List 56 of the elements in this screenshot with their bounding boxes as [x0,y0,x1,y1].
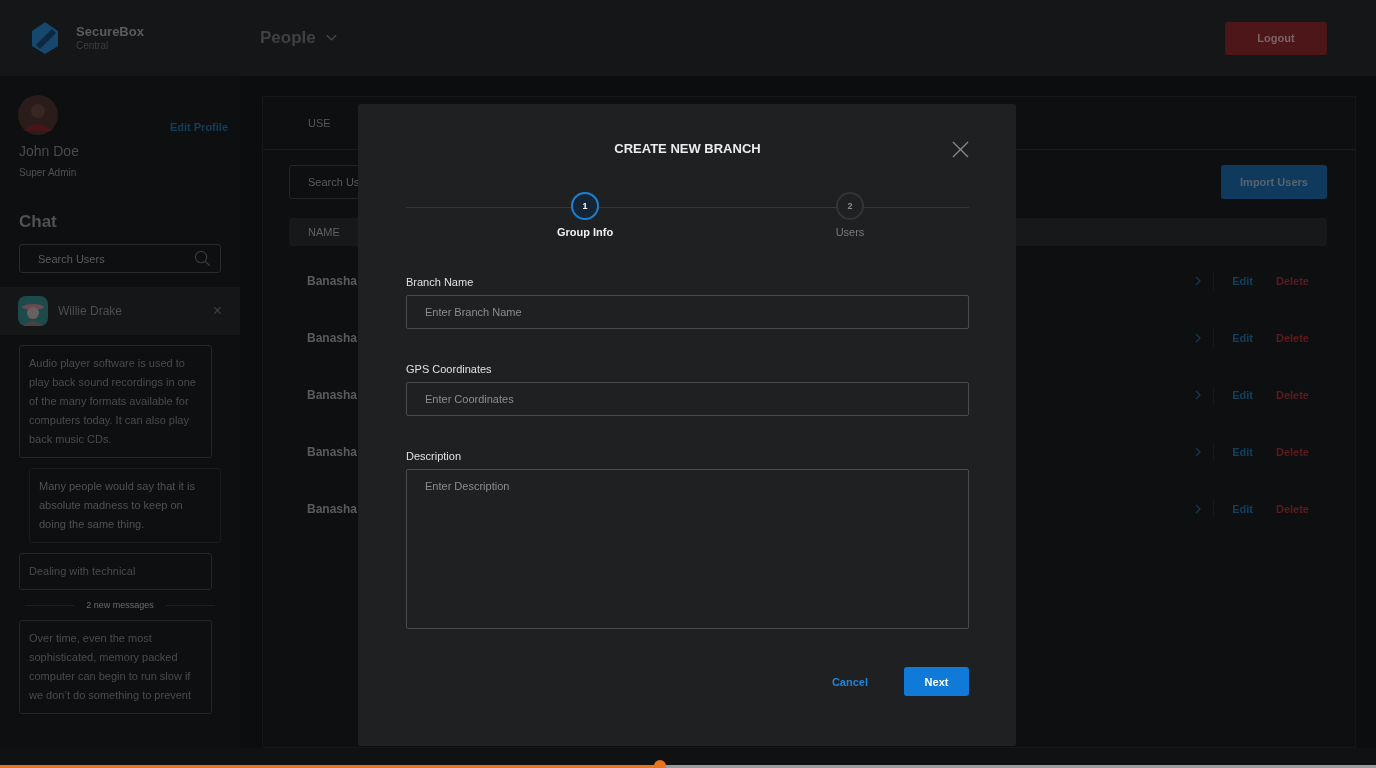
table-cell: Banasha [307,444,358,459]
table-cell: Banasha [307,273,358,288]
avatar [18,296,48,326]
caret-icon [325,34,337,42]
step-label: Group Info [556,226,614,238]
step-number: 2 [836,192,864,220]
tab[interactable]: USE [308,117,331,129]
field-label: Branch Name [406,276,475,288]
logout-button[interactable]: Logout [1225,21,1327,55]
chevron-icon[interactable] [1195,503,1202,514]
user-role: Super Admin [18,167,78,178]
brand-name: SecureBox [76,24,144,40]
logo-icon [30,21,60,55]
close-icon[interactable] [952,141,969,158]
delete-link[interactable]: Delete [1275,502,1309,515]
search-field[interactable]: Search Users [19,244,221,273]
field-label: Description [406,450,463,462]
input-field[interactable]: Enter Branch Name [406,295,969,329]
column-header: NAME [308,226,340,238]
input-field[interactable]: Enter Coordinates [406,382,969,416]
edit-profile-link[interactable]: Edit Profile [169,121,228,133]
search-icon [194,250,211,267]
edit-link[interactable]: Edit [1232,331,1253,344]
chevron-icon[interactable] [1195,332,1202,343]
playhead-handle[interactable] [654,760,667,768]
chevron-icon[interactable] [1195,275,1202,286]
import-users-button[interactable]: Import Users [1221,165,1327,199]
chat-heading: Chat [18,212,58,232]
edit-link[interactable]: Edit [1232,388,1253,401]
field-label: GPS Coordinates [406,363,493,375]
chat-message: Dealing with technical [19,553,212,590]
table-cell: Banasha [307,387,358,402]
new-messages-divider: 2 new messages [86,600,154,610]
chevron-icon[interactable] [1195,389,1202,400]
dialog-title: CREATE NEW BRANCH [614,140,761,156]
cancel-button[interactable]: Cancel [817,675,882,688]
delete-link[interactable]: Delete [1275,445,1309,458]
step-label: Users [835,226,865,238]
delete-link[interactable]: Delete [1275,388,1309,401]
next-button[interactable]: Next [904,667,969,696]
step-number: 1 [571,192,599,220]
edit-link[interactable]: Edit [1232,502,1253,515]
description-field[interactable]: Enter Description [406,469,969,629]
edit-link[interactable]: Edit [1232,274,1253,287]
chat-message: Many people would say that it is absolute madness to keep on doing the same thing. [29,468,221,543]
close-icon[interactable]: × [212,302,222,320]
chat-contact[interactable]: Willie Drake × [0,287,240,335]
contact-name: Willie Drake [58,304,123,318]
table-cell: Banasha [307,330,358,345]
chevron-icon[interactable] [1195,446,1202,457]
user-name: John Doe [18,143,80,159]
table-cell: Banasha [307,501,358,516]
edit-link[interactable]: Edit [1232,445,1253,458]
avatar [18,95,58,135]
delete-link[interactable]: Delete [1275,274,1309,287]
delete-link[interactable]: Delete [1275,331,1309,344]
